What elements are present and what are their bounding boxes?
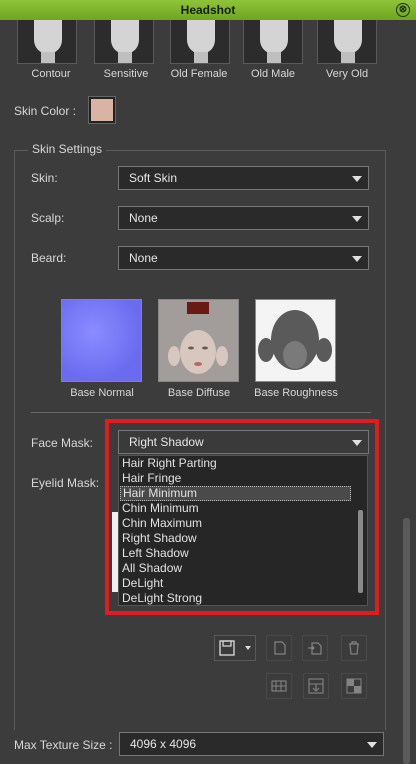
import-button[interactable] — [303, 673, 329, 699]
import-icon — [308, 678, 324, 694]
floppy-icon — [219, 640, 235, 656]
scalp-dropdown[interactable]: None — [118, 206, 369, 230]
base-diffuse-texture[interactable] — [158, 299, 239, 382]
copy-icon — [274, 641, 286, 655]
chevron-down-icon — [367, 742, 377, 748]
face-mask-label: Face Mask: — [31, 436, 94, 450]
chevron-down-icon — [352, 216, 362, 222]
scalp-label: Scalp: — [31, 211, 65, 225]
paste-icon — [308, 642, 322, 655]
max-texture-size-value: 4096 x 4096 — [130, 737, 197, 751]
max-texture-size-dropdown[interactable]: 4096 x 4096 — [119, 732, 384, 756]
grid-icon — [271, 680, 287, 692]
scalp-value: None — [129, 211, 158, 225]
preset-label: Very Old — [325, 68, 369, 80]
beard-value: None — [129, 251, 158, 265]
highlight-frame — [105, 419, 379, 615]
skin-color-swatch[interactable] — [88, 96, 116, 124]
skin-dropdown[interactable]: Soft Skin — [118, 166, 369, 190]
preset-label: Sensitive — [103, 68, 149, 80]
checkerboard-icon — [346, 678, 362, 694]
section-divider — [31, 412, 371, 413]
save-preset-button[interactable] — [214, 635, 256, 661]
checker-button[interactable] — [341, 673, 367, 699]
preset-label: Old Female — [170, 68, 228, 80]
grid-tool-button[interactable] — [266, 673, 292, 699]
chevron-down-icon — [352, 176, 362, 182]
preset-old-male-thumbnail[interactable] — [243, 20, 303, 64]
beard-label: Beard: — [31, 251, 67, 265]
base-roughness-texture[interactable] — [255, 299, 336, 382]
skin-settings-title: Skin Settings — [28, 142, 107, 156]
window-titlebar: Headshot ⊗ — [0, 0, 416, 20]
close-icon[interactable]: ⊗ — [396, 3, 410, 17]
preset-contour-thumbnail[interactable] — [17, 20, 77, 64]
skin-value: Soft Skin — [129, 171, 178, 185]
beard-dropdown[interactable]: None — [118, 246, 369, 270]
skin-label: Skin: — [31, 171, 58, 185]
preset-old-female-thumbnail[interactable] — [170, 20, 230, 64]
skin-color-label: Skin Color : — [14, 104, 77, 118]
eyelid-mask-label: Eyelid Mask: — [31, 476, 100, 490]
delete-button[interactable] — [341, 635, 367, 661]
copy-button[interactable] — [266, 635, 292, 661]
paste-button[interactable] — [302, 635, 328, 661]
preset-sensitive-thumbnail[interactable] — [94, 20, 154, 64]
chevron-down-icon — [352, 256, 362, 262]
panel-scrollbar[interactable] — [403, 518, 410, 764]
preset-label: Old Male — [250, 68, 296, 80]
max-texture-size-label: Max Texture Size : — [14, 738, 113, 752]
chevron-down-icon — [245, 646, 251, 650]
preset-label: Contour — [31, 68, 71, 80]
base-normal-texture[interactable] — [61, 299, 142, 382]
texture-label: Base Normal — [70, 387, 134, 399]
preset-thumbnails: Contour Sensitive Old Female Old Male Ve… — [0, 20, 416, 92]
texture-label: Base Roughness — [254, 387, 338, 399]
trash-icon — [349, 641, 359, 655]
window-title: Headshot — [180, 3, 236, 17]
texture-label: Base Diffuse — [167, 387, 231, 399]
preset-very-old-thumbnail[interactable] — [317, 20, 377, 64]
